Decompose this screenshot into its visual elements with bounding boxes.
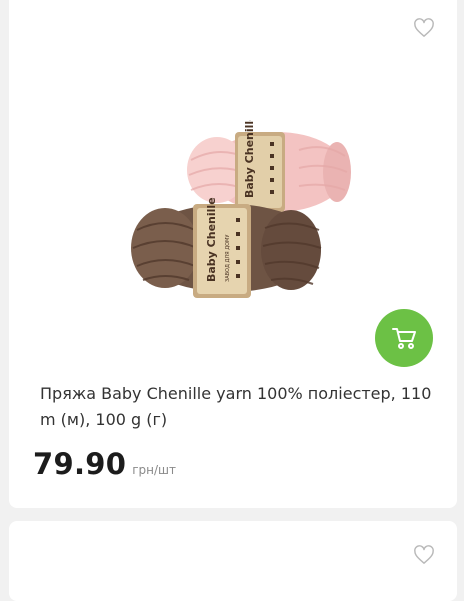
product-card[interactable]: Baby Chenille Baby Chenille ЗАВОД ДЛЯ ДО…	[9, 0, 457, 508]
yarn-skeins-image: Baby Chenille Baby Chenille ЗАВОД ДЛЯ ДО…	[131, 113, 351, 298]
price-row: 79.90 грн/шт	[33, 447, 176, 481]
svg-text:Baby Chenille: Baby Chenille	[205, 197, 218, 282]
product-price: 79.90	[33, 447, 127, 481]
heart-outline-icon[interactable]	[413, 545, 435, 565]
brown-yarn-skein: Baby Chenille ЗАВОД ДЛЯ ДОМУ	[131, 197, 322, 298]
heart-outline-icon[interactable]	[413, 18, 435, 38]
product-title[interactable]: Пряжа Baby Chenille yarn 100% поліестер,…	[40, 381, 432, 433]
svg-text:ЗАВОД ДЛЯ ДОМУ: ЗАВОД ДЛЯ ДОМУ	[225, 235, 231, 282]
shopping-cart-icon	[392, 328, 416, 349]
product-image[interactable]: Baby Chenille Baby Chenille ЗАВОД ДЛЯ ДО…	[119, 113, 359, 302]
svg-text:Baby Chenille: Baby Chenille	[243, 120, 256, 198]
price-unit: грн/шт	[132, 463, 177, 477]
add-to-cart-button[interactable]	[375, 309, 433, 367]
product-card[interactable]	[9, 521, 457, 601]
